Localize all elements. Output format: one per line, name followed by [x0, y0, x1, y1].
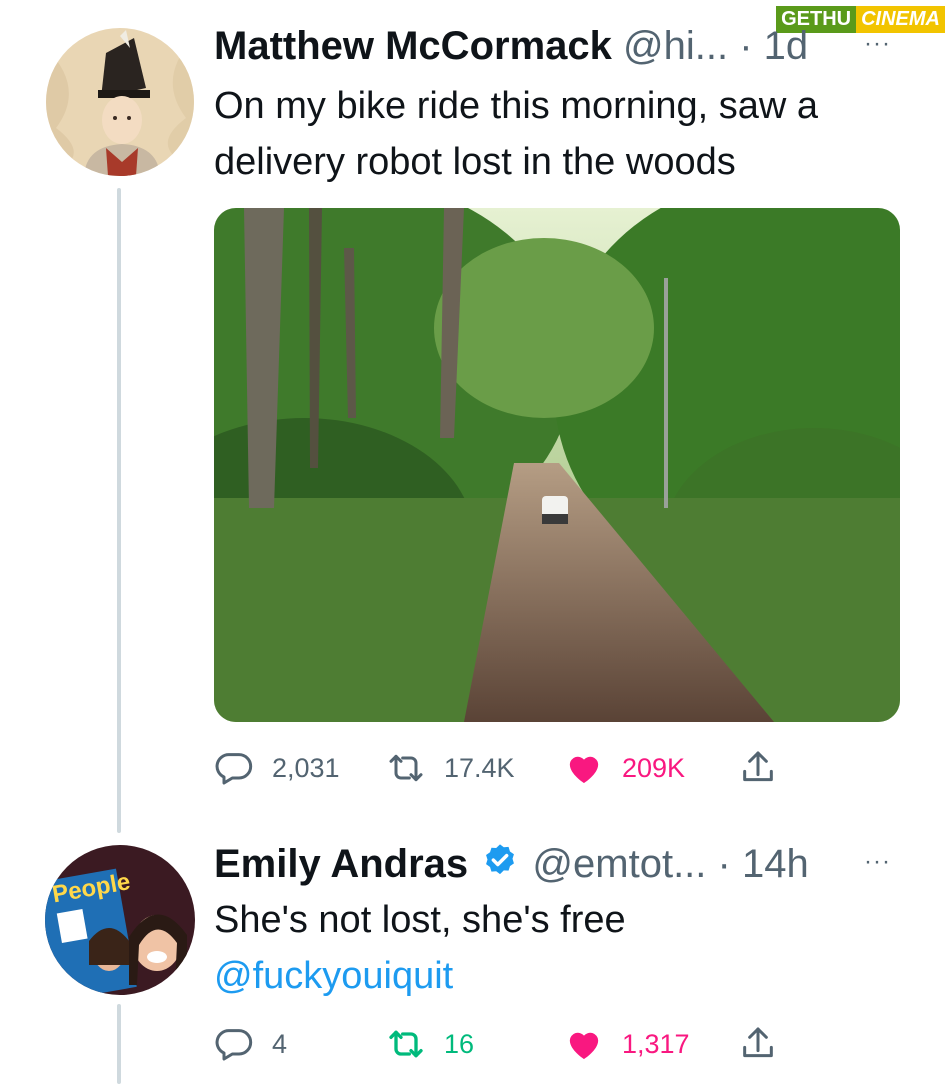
reply-count: 2,031 [272, 752, 340, 783]
tweet-actions: 2,031 17.4K 209K [214, 748, 814, 788]
reply-text: She's not lost, she's free [214, 899, 626, 941]
retweet-button[interactable]: 17.4K [386, 748, 515, 788]
like-count: 209K [622, 752, 686, 783]
reply-header: Emily Andras @emtot... · 14h [214, 840, 809, 891]
share-button[interactable] [738, 748, 778, 788]
tweet-timestamp[interactable]: · 1d [739, 24, 808, 68]
author-handle[interactable]: @hi... [623, 24, 728, 68]
reply-icon [214, 748, 254, 788]
reply-like-count: 1,317 [622, 1028, 690, 1059]
reply-reply-count: 4 [272, 1028, 288, 1059]
tweet-text: On my bike ride this morning, saw a deli… [214, 85, 819, 183]
reply-timestamp[interactable]: · 14h [718, 842, 809, 886]
tweet-media-photo[interactable] [214, 208, 900, 722]
retweet-icon [386, 748, 426, 788]
reply-mention-link[interactable]: @fuckyouiquit [214, 948, 453, 1004]
reply-author-handle[interactable]: @emtot... [532, 842, 706, 886]
reply-reply-button[interactable]: 4 [214, 1024, 287, 1064]
retweet-count: 17.4K [444, 752, 515, 783]
like-button[interactable]: 209K [564, 748, 685, 788]
heart-icon [564, 1024, 604, 1064]
reply-actions: 4 16 1,317 [214, 1024, 814, 1064]
reply-like-button[interactable]: 1,317 [564, 1024, 690, 1064]
thread-line [117, 188, 121, 833]
reply-author-avatar[interactable]: People [45, 845, 195, 995]
share-icon [738, 748, 778, 788]
watermark-part2: CINEMA [856, 5, 945, 33]
reply-retweet-button[interactable]: 16 [386, 1024, 474, 1064]
reply-more-options-icon[interactable]: ··· [864, 848, 891, 876]
reply-retweet-count: 16 [444, 1028, 475, 1059]
retweet-icon [386, 1024, 426, 1064]
author-name[interactable]: Matthew McCormack [214, 24, 612, 68]
thread-line-continued [117, 1004, 121, 1084]
more-options-icon[interactable]: ··· [864, 30, 891, 58]
reply-button[interactable]: 2,031 [214, 748, 340, 788]
verified-icon [481, 842, 519, 891]
heart-icon [564, 748, 604, 788]
reply-share-button[interactable] [738, 1024, 778, 1064]
reply-author-name[interactable]: Emily Andras [214, 842, 468, 886]
author-avatar[interactable] [46, 28, 194, 176]
share-icon [738, 1024, 778, 1064]
tweet-header: Matthew McCormack @hi... · 1d [214, 22, 808, 70]
reply-icon [214, 1024, 254, 1064]
